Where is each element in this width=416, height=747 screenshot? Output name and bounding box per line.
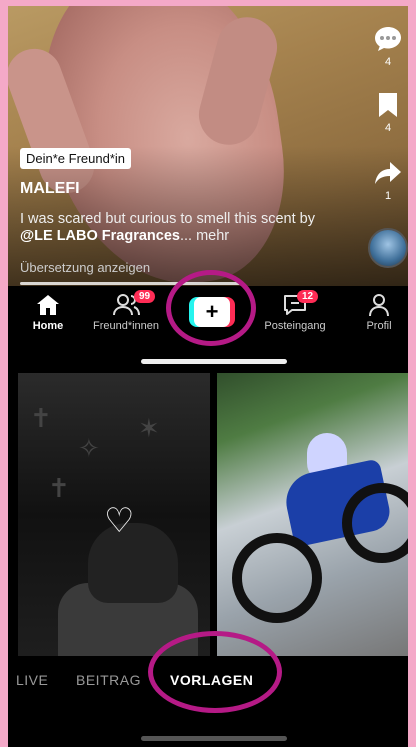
wall-art: ✧ <box>78 433 100 463</box>
home-indicator[interactable] <box>141 736 287 741</box>
nav-friends[interactable]: Freund*innen 99 <box>91 290 161 332</box>
nav-profile-label: Profil <box>366 320 392 332</box>
video-player[interactable]: Dein*e Freund*in MALEFI I was scared but… <box>8 6 408 286</box>
sheet-drag-handle[interactable] <box>141 359 287 364</box>
nav-profile[interactable]: Profil <box>344 292 408 332</box>
share-count: 1 <box>384 190 392 202</box>
bottom-navigation: Home Freund*innen 99 + Posteingang 12 Pr… <box>8 270 408 350</box>
bookmark-icon <box>379 93 397 117</box>
nav-home-label: Home <box>32 320 64 332</box>
inbox-notification-badge: 12 <box>297 290 319 303</box>
profile-icon <box>369 294 389 317</box>
caption-more[interactable]: ... mehr <box>180 228 229 244</box>
wall-art: ✝ <box>48 473 70 503</box>
highlight-ring-templates <box>148 631 282 713</box>
screenshot-frame: Dein*e Freund*in MALEFI I was scared but… <box>0 0 416 747</box>
friends-notification-badge: 99 <box>134 290 156 303</box>
bike-wheel <box>342 483 408 563</box>
heart-icon: ♡ <box>104 502 135 540</box>
video-caption[interactable]: I was scared but curious to smell this s… <box>20 211 320 245</box>
bookmark-button[interactable]: 4 <box>368 90 408 134</box>
comment-count: 4 <box>384 56 392 68</box>
bike-wheel <box>232 533 322 623</box>
tab-live[interactable]: LIVE <box>16 672 48 688</box>
comment-icon <box>375 27 401 51</box>
caption-text: I was scared but curious to smell this s… <box>20 211 315 227</box>
share-icon <box>375 162 401 184</box>
music-disc[interactable] <box>368 228 408 268</box>
tab-post[interactable]: BEITRAG <box>76 672 141 688</box>
highlight-ring-create <box>166 270 256 346</box>
nav-friends-label: Freund*innen <box>92 320 160 332</box>
template-tile[interactable] <box>217 373 408 656</box>
video-username[interactable]: MALEFI <box>20 180 80 198</box>
share-button[interactable]: 1 <box>368 158 408 202</box>
bookmark-count: 4 <box>384 122 392 134</box>
template-tile[interactable]: ✝ ✧ ✶ ✝ ♡ <box>18 373 210 656</box>
caption-mention[interactable]: @LE LABO Fragrances <box>20 228 180 244</box>
wall-art: ✶ <box>138 413 160 443</box>
translate-link[interactable]: Übersetzung anzeigen <box>20 260 150 275</box>
wall-art: ✝ <box>30 403 52 433</box>
home-icon <box>37 295 59 315</box>
nav-home[interactable]: Home <box>13 292 83 332</box>
comment-button[interactable]: 4 <box>368 24 408 68</box>
nav-inbox-label: Posteingang <box>264 320 326 332</box>
phone-screen: Dein*e Freund*in MALEFI I was scared but… <box>8 6 408 747</box>
friend-badge: Dein*e Freund*in <box>20 148 132 169</box>
nav-inbox[interactable]: Posteingang 12 <box>260 290 330 332</box>
